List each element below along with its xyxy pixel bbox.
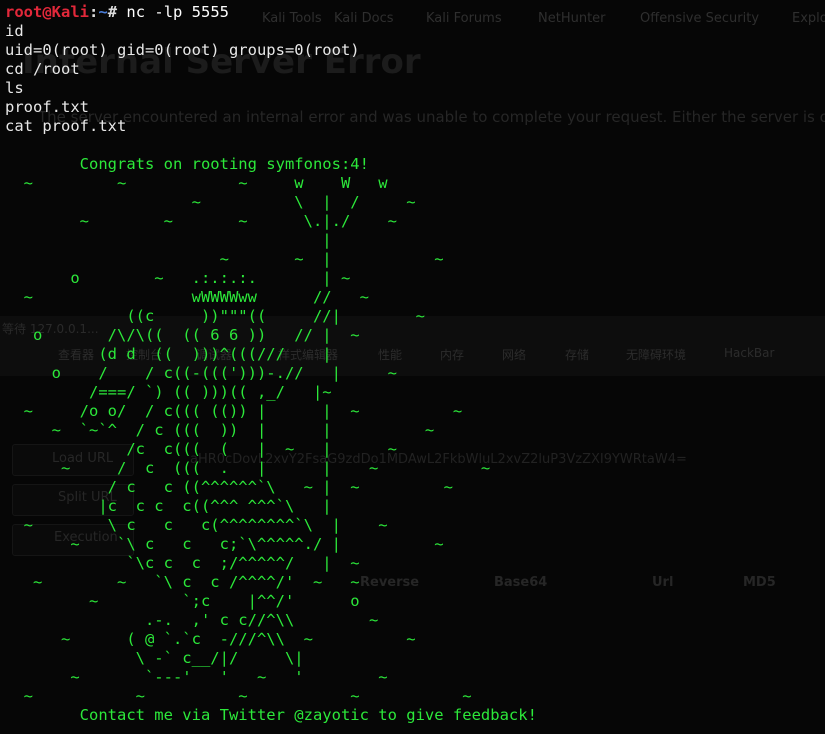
prompt-path: ~ [98,3,108,21]
prompt-separator: : [89,3,99,21]
output-line: uid=0(root) gid=0(root) groups=0(root) [5,41,360,59]
prompt-user: root@Kali [5,3,89,21]
md5-tool: MD5 [743,575,776,590]
tab-accessibility: 无障碍环境 [626,348,687,362]
bookmark-offensive-security: Offensive Security [640,11,760,26]
output-line: id [5,22,24,40]
bookmark-nethunter: NetHunter [538,11,606,26]
output-line: proof.txt [5,98,89,116]
screen: Kali Tools Kali Docs Kali Forums NetHunt… [0,0,825,734]
tab-storage: 存储 [565,348,590,362]
terminal-output[interactable]: root@Kali:~# nc -lp 5555 id uid=0(root) … [5,3,537,725]
output-line: ls [5,79,24,97]
proof-ascii-art: Congrats on rooting symfonos:4! ~ ~ ~ w … [23,155,537,724]
output-line: cd /root [5,60,80,78]
url-tool: Url [652,575,674,590]
output-line: cat proof.txt [5,117,127,135]
bookmark-exploit-db: Explo [792,11,825,26]
command-text: nc -lp 5555 [117,3,230,21]
prompt-symbol: # [107,3,118,21]
tab-hackbar: HackBar [724,346,775,360]
